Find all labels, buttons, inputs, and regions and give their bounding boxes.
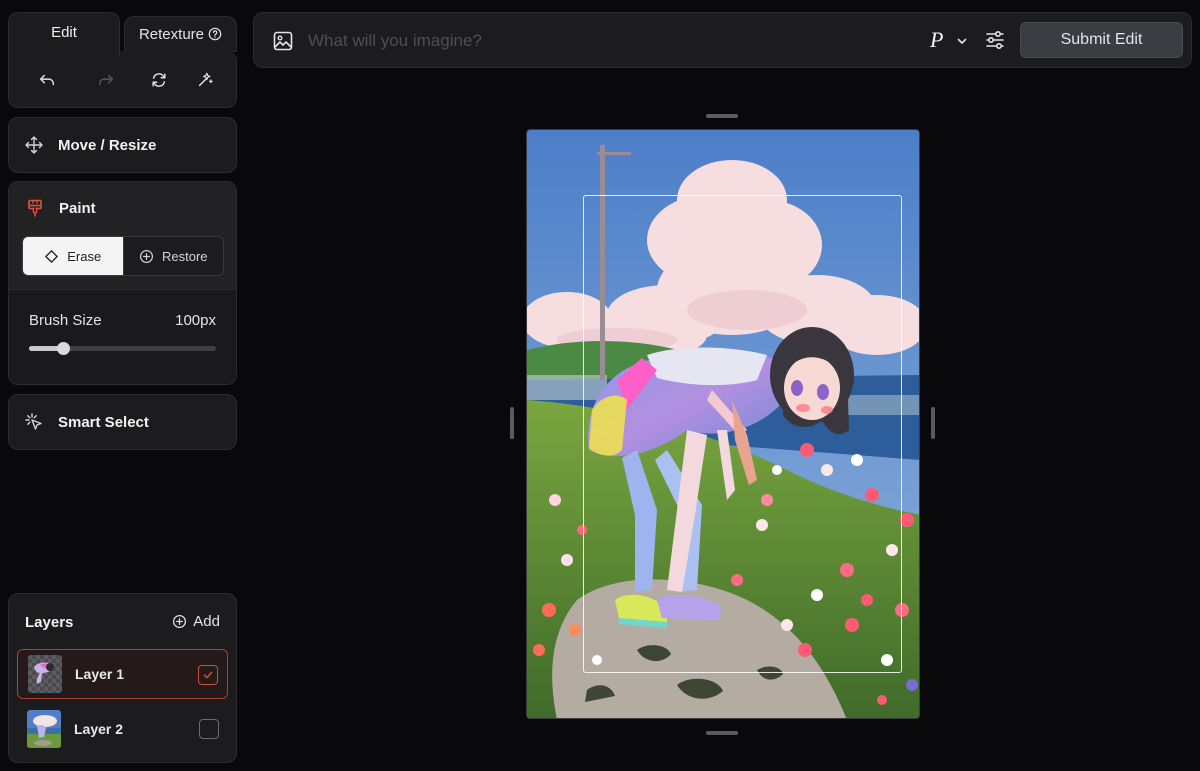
redo-icon [98, 74, 114, 86]
layer-label: Layer 2 [74, 721, 124, 737]
canvas-resize-handle-bottom[interactable] [706, 731, 738, 735]
prompt-bar: P Submit Edit [253, 12, 1192, 68]
submit-edit-button[interactable]: Submit Edit [1020, 22, 1183, 58]
layer-thumbnail [27, 710, 61, 748]
smart-select-button[interactable]: Smart Select [8, 394, 237, 450]
layers-title: Layers [25, 614, 74, 631]
erase-label: Erase [67, 248, 102, 264]
restore-label: Restore [161, 248, 208, 264]
sparkle-wand-icon [198, 72, 213, 87]
tab-edit[interactable]: Edit [8, 12, 120, 56]
model-selector[interactable]: P [930, 27, 943, 53]
layer-label: Layer 1 [75, 666, 125, 682]
paint-header: Paint Erase Restore [9, 182, 236, 290]
tab-edit-label: Edit [51, 24, 77, 41]
layer-thumbnail [28, 655, 62, 693]
brush-size-value: 100px [175, 312, 216, 329]
brush-size-slider[interactable] [29, 342, 216, 355]
layer-row[interactable]: Layer 2 [17, 704, 228, 754]
paint-panel: Paint Erase Restore Brush Size 100px [8, 181, 237, 385]
plus-circle-icon [173, 614, 187, 629]
erase-restore-toggle: Erase Restore [22, 236, 224, 276]
selection-rectangle[interactable] [583, 195, 902, 673]
canvas-resize-handle-left[interactable] [510, 407, 514, 439]
brush-size-label: Brush Size [29, 312, 102, 329]
brush-size-thumb[interactable] [56, 342, 70, 355]
tab-retexture-label: Retexture [138, 25, 205, 43]
undo-button[interactable] [36, 69, 58, 91]
plus-circle-icon [139, 249, 154, 263]
submit-edit-label: Submit Edit [1060, 31, 1143, 48]
move-resize-label: Move / Resize [58, 136, 157, 154]
paint-tool-button[interactable]: Paint [25, 198, 96, 218]
eraser-icon [45, 249, 59, 263]
canvas-resize-handle-top[interactable] [706, 114, 738, 118]
refresh-icon [152, 73, 166, 87]
cursor-click-icon [25, 413, 42, 430]
magic-enhance-button[interactable] [194, 69, 216, 91]
redo-button[interactable] [95, 69, 117, 91]
chevron-down-icon[interactable] [956, 35, 968, 47]
reset-button[interactable] [148, 69, 170, 91]
undo-icon [39, 74, 55, 86]
image-canvas[interactable] [526, 129, 920, 719]
restore-button[interactable]: Restore [122, 237, 223, 275]
layers-panel: Layers Add Layer 1 Layer 2 [8, 593, 237, 763]
edit-toolbar [8, 51, 237, 108]
add-layer-button[interactable]: Add [172, 613, 220, 630]
move-arrows-icon [25, 136, 43, 154]
tab-retexture[interactable]: Retexture [124, 16, 237, 52]
erase-button[interactable]: Erase [23, 237, 123, 275]
smart-select-label: Smart Select [58, 413, 149, 431]
help-icon [208, 27, 222, 41]
move-resize-button[interactable]: Move / Resize [8, 117, 237, 173]
paint-label: Paint [59, 199, 96, 217]
layer-row[interactable]: Layer 1 [17, 649, 228, 699]
add-layer-label: Add [193, 613, 220, 630]
layer-visibility-checkbox[interactable] [199, 719, 219, 739]
image-upload-icon[interactable] [272, 30, 294, 52]
checkmark-icon [203, 671, 213, 679]
paintbrush-icon [28, 199, 42, 217]
prompt-input[interactable] [308, 29, 828, 53]
settings-sliders-icon[interactable] [984, 29, 1006, 51]
canvas-resize-handle-right[interactable] [931, 407, 935, 439]
layer-visibility-checkbox[interactable] [198, 665, 218, 685]
